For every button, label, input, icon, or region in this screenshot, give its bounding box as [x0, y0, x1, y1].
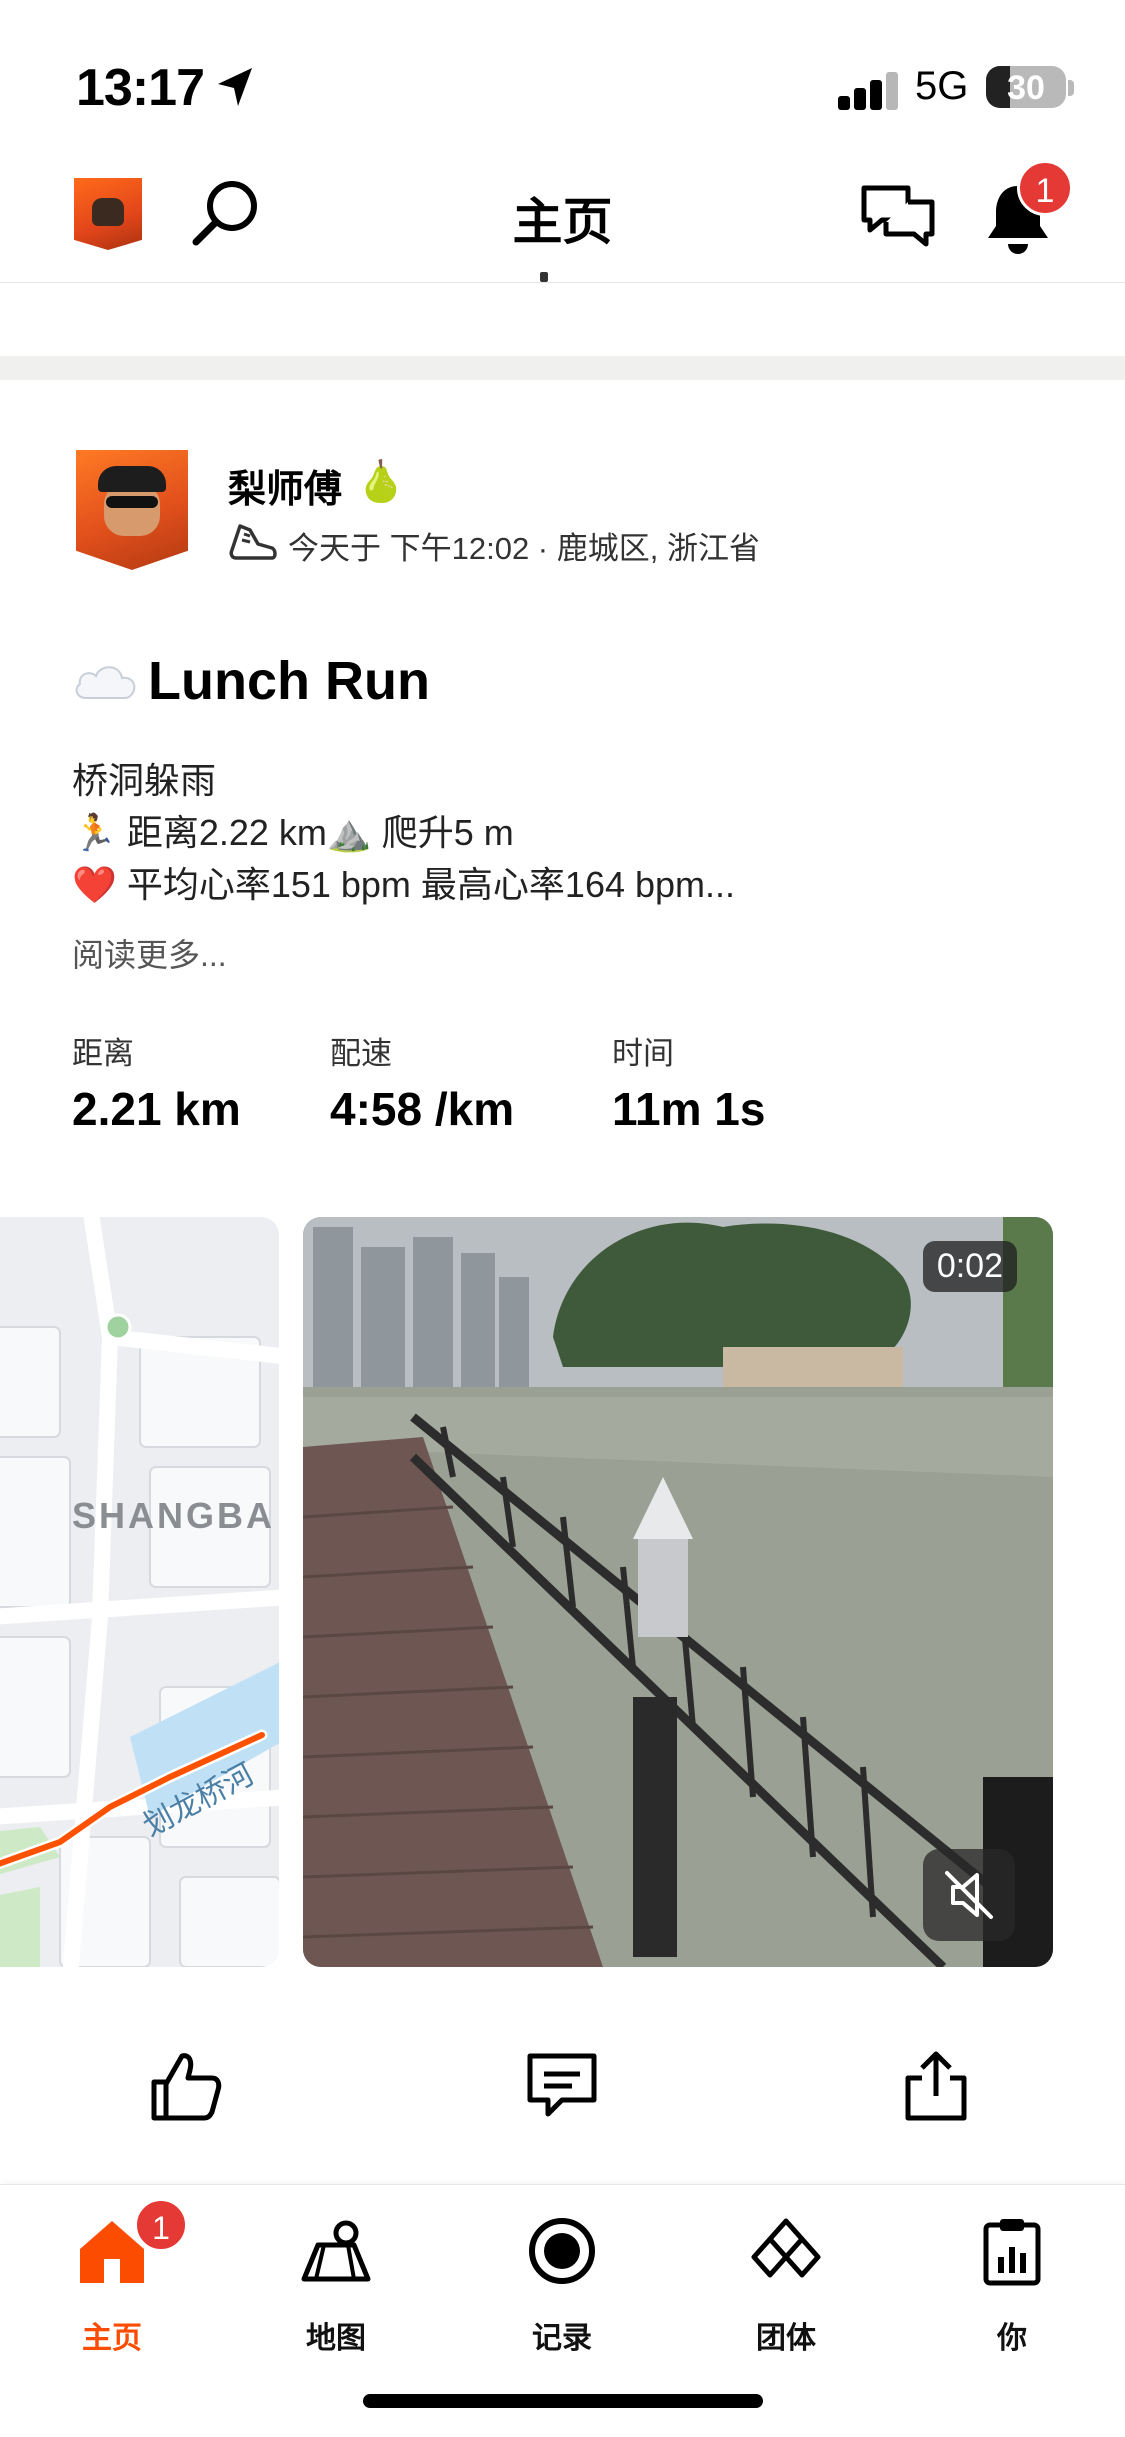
tab-you-label: 你	[997, 2322, 1027, 2355]
battery-cap	[1068, 80, 1074, 96]
battery-icon: 30	[986, 66, 1066, 108]
comment-icon[interactable]	[522, 2046, 602, 2126]
stat-time-value: 11m 1s	[612, 1083, 766, 1135]
header-divider	[0, 282, 1125, 283]
activity-title[interactable]: Lunch Run	[148, 650, 430, 712]
description-line-1: 桥洞躲雨	[72, 760, 217, 801]
battery-percent: 30	[1007, 69, 1045, 107]
activity-video[interactable]: 0:02	[303, 1217, 1053, 1967]
profile-clipboard-icon	[983, 2219, 1041, 2286]
stat-distance-label: 距离	[72, 1036, 134, 1071]
home-tab-badge: 1	[134, 2198, 188, 2252]
description-line-3: ❤️ 平均心率151 bpm 最高心率164 bpm...	[72, 864, 736, 905]
map-area-label: SHANGBA	[72, 1495, 276, 1536]
tab-you[interactable]: 你	[922, 2205, 1102, 2355]
map-streets: 划龙桥河	[0, 1217, 279, 1967]
tab-map-label: 地图	[306, 2322, 366, 2355]
signal-icon	[838, 70, 898, 110]
read-more-link[interactable]: 阅读更多...	[72, 930, 227, 976]
groups-icon	[751, 2218, 821, 2278]
author-name[interactable]: 梨师傅	[228, 458, 342, 513]
location-arrow-icon	[218, 68, 252, 106]
scroll-remnant	[540, 272, 548, 282]
map-icon	[301, 2220, 371, 2282]
page-title: 主页	[512, 194, 613, 250]
tab-record[interactable]: 记录	[472, 2205, 652, 2355]
feed-separator	[0, 356, 1125, 380]
messages-icon[interactable]	[858, 180, 938, 256]
status-time: 13:17	[76, 59, 205, 117]
tab-groups-label: 团体	[756, 2322, 816, 2355]
stat-distance-value: 2.21 km	[72, 1083, 241, 1135]
route-map[interactable]: 划龙桥河 SHANGBA	[0, 1217, 279, 1967]
record-icon	[529, 2218, 595, 2284]
stat-pace-label: 配速	[330, 1036, 392, 1071]
tab-home-label: 主页	[82, 2322, 142, 2355]
tab-map[interactable]: 地图	[246, 2205, 426, 2355]
notification-badge: 1	[1017, 160, 1073, 216]
mute-button[interactable]	[923, 1849, 1015, 1941]
author-avatar[interactable]	[76, 450, 188, 570]
network-label: 5G	[915, 64, 969, 108]
cloud-icon	[75, 666, 136, 699]
author-emoji: 🍐	[356, 460, 406, 504]
share-icon[interactable]	[896, 2046, 976, 2126]
description-line-2: 🏃 距离2.22 km⛰️ 爬升5 m	[72, 812, 514, 853]
post-meta: 今天于 下午12:02 · 鹿城区, 浙江省	[288, 531, 760, 566]
stat-pace-value: 4:58 /km	[330, 1083, 515, 1135]
video-duration: 0:02	[922, 1241, 1017, 1292]
running-shoe-icon	[229, 524, 277, 560]
home-indicator[interactable]	[363, 2394, 763, 2408]
tab-groups[interactable]: 团体	[696, 2205, 876, 2355]
tab-record-label: 记录	[532, 2322, 592, 2355]
kudos-thumbs-up-icon[interactable]	[146, 2046, 226, 2126]
stat-time-label: 时间	[612, 1036, 674, 1071]
speaker-muted-icon	[945, 1871, 993, 1919]
